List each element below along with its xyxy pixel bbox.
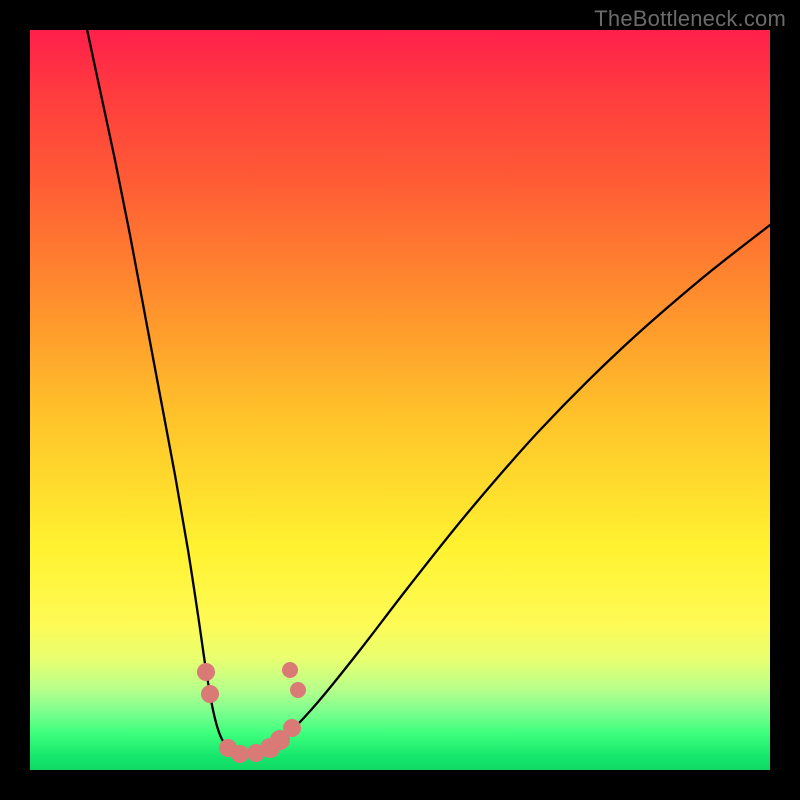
- watermark-text: TheBottleneck.com: [594, 6, 786, 32]
- highlight-dot: [231, 745, 249, 763]
- highlight-dot: [282, 662, 298, 678]
- highlight-dot: [290, 682, 306, 698]
- highlight-dot: [283, 719, 301, 737]
- highlight-dot: [197, 663, 215, 681]
- bottleneck-curve-svg: [30, 30, 770, 770]
- highlight-dot: [201, 685, 219, 703]
- chart-plot-area: [30, 30, 770, 770]
- bottleneck-curve-line: [85, 20, 770, 755]
